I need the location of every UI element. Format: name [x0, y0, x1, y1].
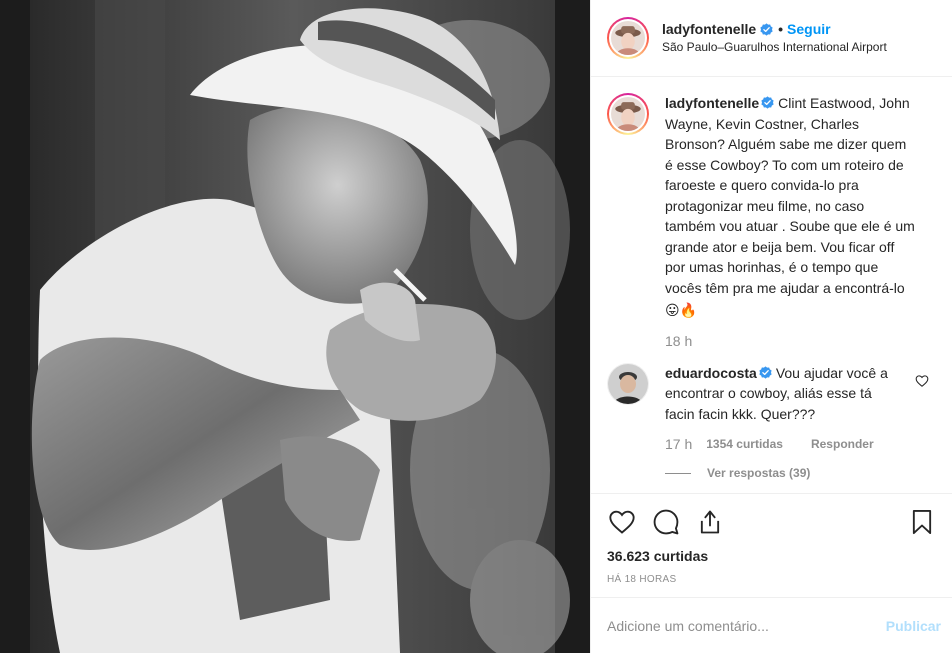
caption: ladyfontenelle Clint Eastwood, John Wayn…	[607, 93, 937, 349]
comment-like-heart-icon[interactable]	[915, 374, 929, 388]
comment-item: eduardocosta Vou ajudar você a encontrar…	[607, 362, 937, 480]
share-button[interactable]	[695, 507, 725, 537]
post-location[interactable]: São Paulo–Guarulhos International Airpor…	[662, 38, 887, 56]
author-avatar[interactable]	[607, 17, 649, 59]
comment-input[interactable]	[607, 617, 886, 634]
comment-likes[interactable]: 1354 curtidas	[706, 437, 783, 451]
commenter-avatar[interactable]	[607, 362, 649, 405]
view-replies-button[interactable]: Ver respostas (39)	[665, 466, 897, 480]
caption-avatar-image	[611, 97, 645, 131]
action-icons	[607, 506, 937, 538]
comment-text: eduardocosta Vou ajudar você a encontrar…	[665, 363, 897, 425]
commenter-avatar-image	[608, 363, 648, 404]
add-comment-bar: Publicar	[591, 597, 952, 653]
caption-time[interactable]: 18 h	[665, 333, 692, 349]
caption-avatar[interactable]	[607, 93, 649, 135]
bookmark-icon	[912, 509, 932, 535]
comment-meta: 17 h 1354 curtidas Responder	[665, 436, 897, 452]
post-actions: 36.623 curtidas HÁ 18 HORAS	[591, 493, 952, 585]
save-button[interactable]	[907, 507, 937, 537]
share-upload-icon	[700, 510, 720, 534]
author-username[interactable]: ladyfontenelle	[662, 20, 756, 38]
follow-button[interactable]: Seguir	[787, 20, 831, 38]
post-header: ladyfontenelle • Seguir São Paulo–Guarul…	[591, 0, 952, 77]
post-timestamp[interactable]: HÁ 18 HORAS	[607, 574, 937, 585]
commenter-username[interactable]: eduardocosta	[665, 365, 757, 381]
comments-list[interactable]: ladyfontenelle Clint Eastwood, John Wayn…	[591, 77, 952, 493]
separator-dot: •	[778, 21, 784, 37]
comment-bubble-icon	[653, 509, 679, 535]
cowboy-drawing-image	[0, 0, 590, 653]
verified-badge-icon	[761, 96, 774, 109]
caption-emojis: 😛🔥	[665, 302, 698, 318]
like-button[interactable]	[607, 507, 637, 537]
post-image[interactable]	[0, 0, 590, 653]
author-avatar-image	[611, 21, 645, 55]
caption-username[interactable]: ladyfontenelle	[665, 95, 759, 111]
instagram-post: ladyfontenelle • Seguir São Paulo–Guarul…	[0, 0, 952, 653]
comment-button[interactable]	[651, 507, 681, 537]
verified-badge-icon	[760, 22, 773, 36]
post-side-panel: ladyfontenelle • Seguir São Paulo–Guarul…	[590, 0, 952, 653]
view-replies-label: Ver respostas (39)	[707, 466, 811, 480]
caption-text: ladyfontenelle Clint Eastwood, John Wayn…	[665, 93, 915, 321]
verified-badge-icon	[759, 365, 772, 379]
comment-time[interactable]: 17 h	[665, 436, 692, 452]
heart-icon	[609, 510, 635, 534]
replies-line	[665, 472, 691, 474]
likes-count[interactable]: 36.623 curtidas	[607, 548, 937, 564]
caption-meta: 18 h	[665, 333, 915, 349]
caption-body: Clint Eastwood, John Wayne, Kevin Costne…	[665, 95, 915, 296]
publish-button[interactable]: Publicar	[886, 618, 941, 634]
reply-button[interactable]: Responder	[811, 437, 874, 451]
